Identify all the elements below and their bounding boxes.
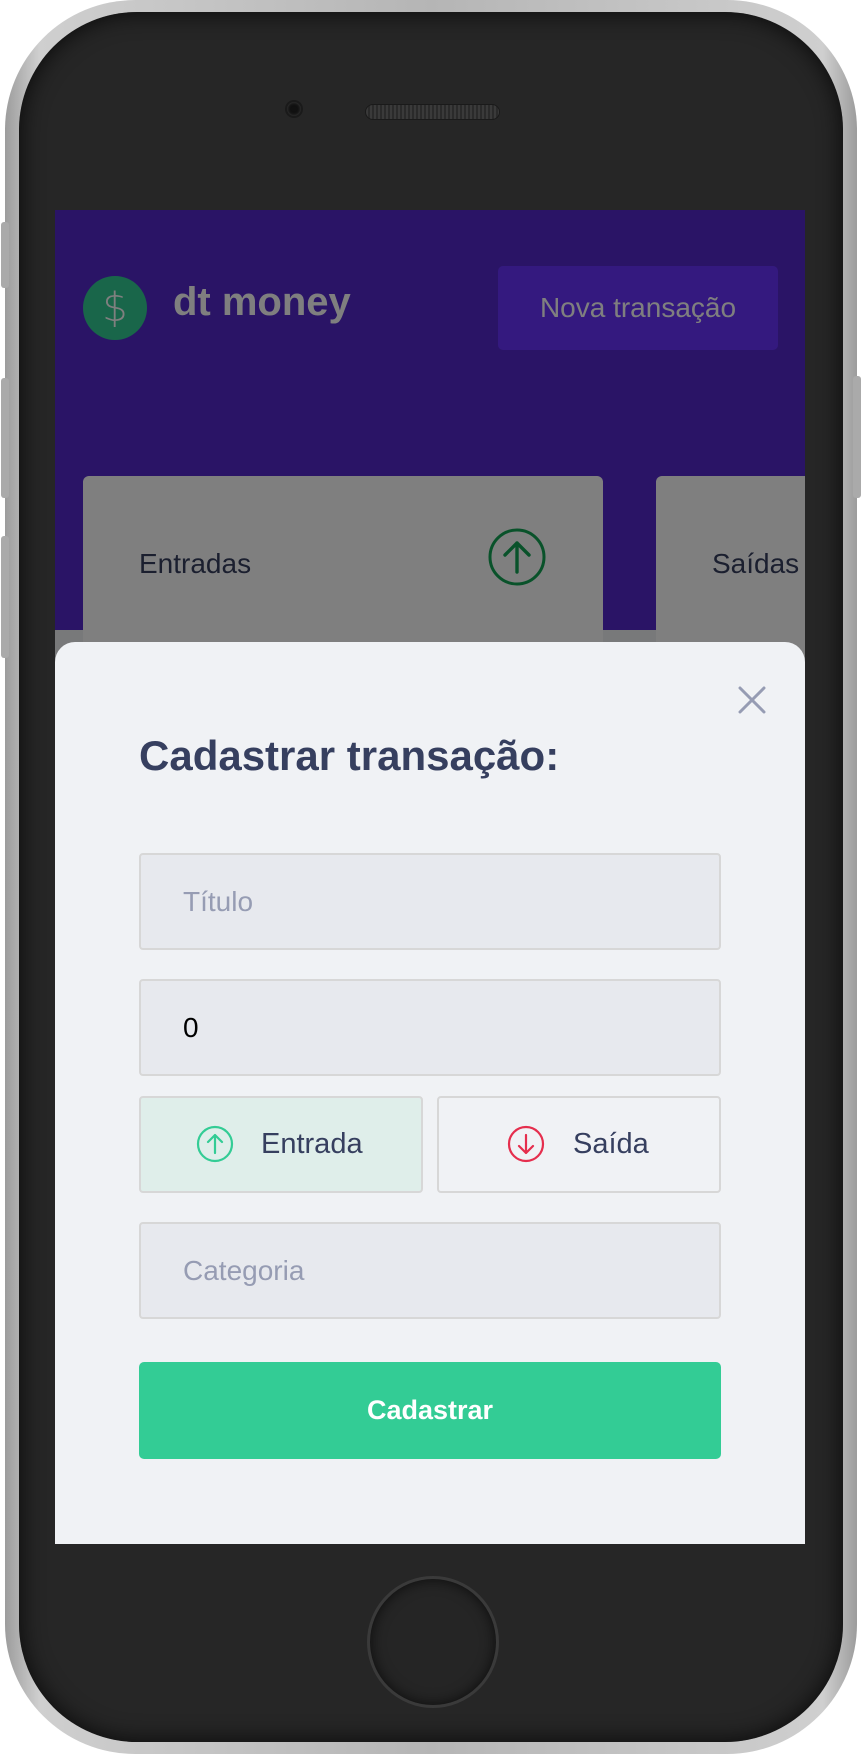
new-transaction-modal: Cadastrar transação: Entrada Saída Cadas…	[55, 642, 805, 1544]
submit-button[interactable]: Cadastrar	[139, 1362, 721, 1459]
type-outcome-button[interactable]: Saída	[437, 1096, 721, 1193]
type-outcome-label: Saída	[573, 1128, 649, 1160]
title-input[interactable]	[139, 853, 721, 950]
amount-input[interactable]	[139, 979, 721, 1076]
arrow-up-circle-icon	[196, 1125, 234, 1163]
volume-up-button	[1, 378, 9, 498]
home-button[interactable]	[367, 1576, 499, 1708]
mute-switch	[1, 222, 9, 288]
volume-down-button	[1, 536, 9, 658]
type-income-label: Entrada	[261, 1128, 363, 1160]
modal-title: Cadastrar transação:	[139, 732, 560, 779]
app-screen: $ dt money Nova transação Entradas Saída…	[55, 210, 805, 1544]
front-camera	[287, 102, 301, 116]
category-input[interactable]	[139, 1222, 721, 1319]
arrow-down-circle-icon	[507, 1125, 545, 1163]
close-icon[interactable]	[732, 680, 772, 720]
power-button	[853, 376, 861, 498]
earpiece-speaker	[365, 104, 500, 120]
type-income-button[interactable]: Entrada	[139, 1096, 423, 1193]
